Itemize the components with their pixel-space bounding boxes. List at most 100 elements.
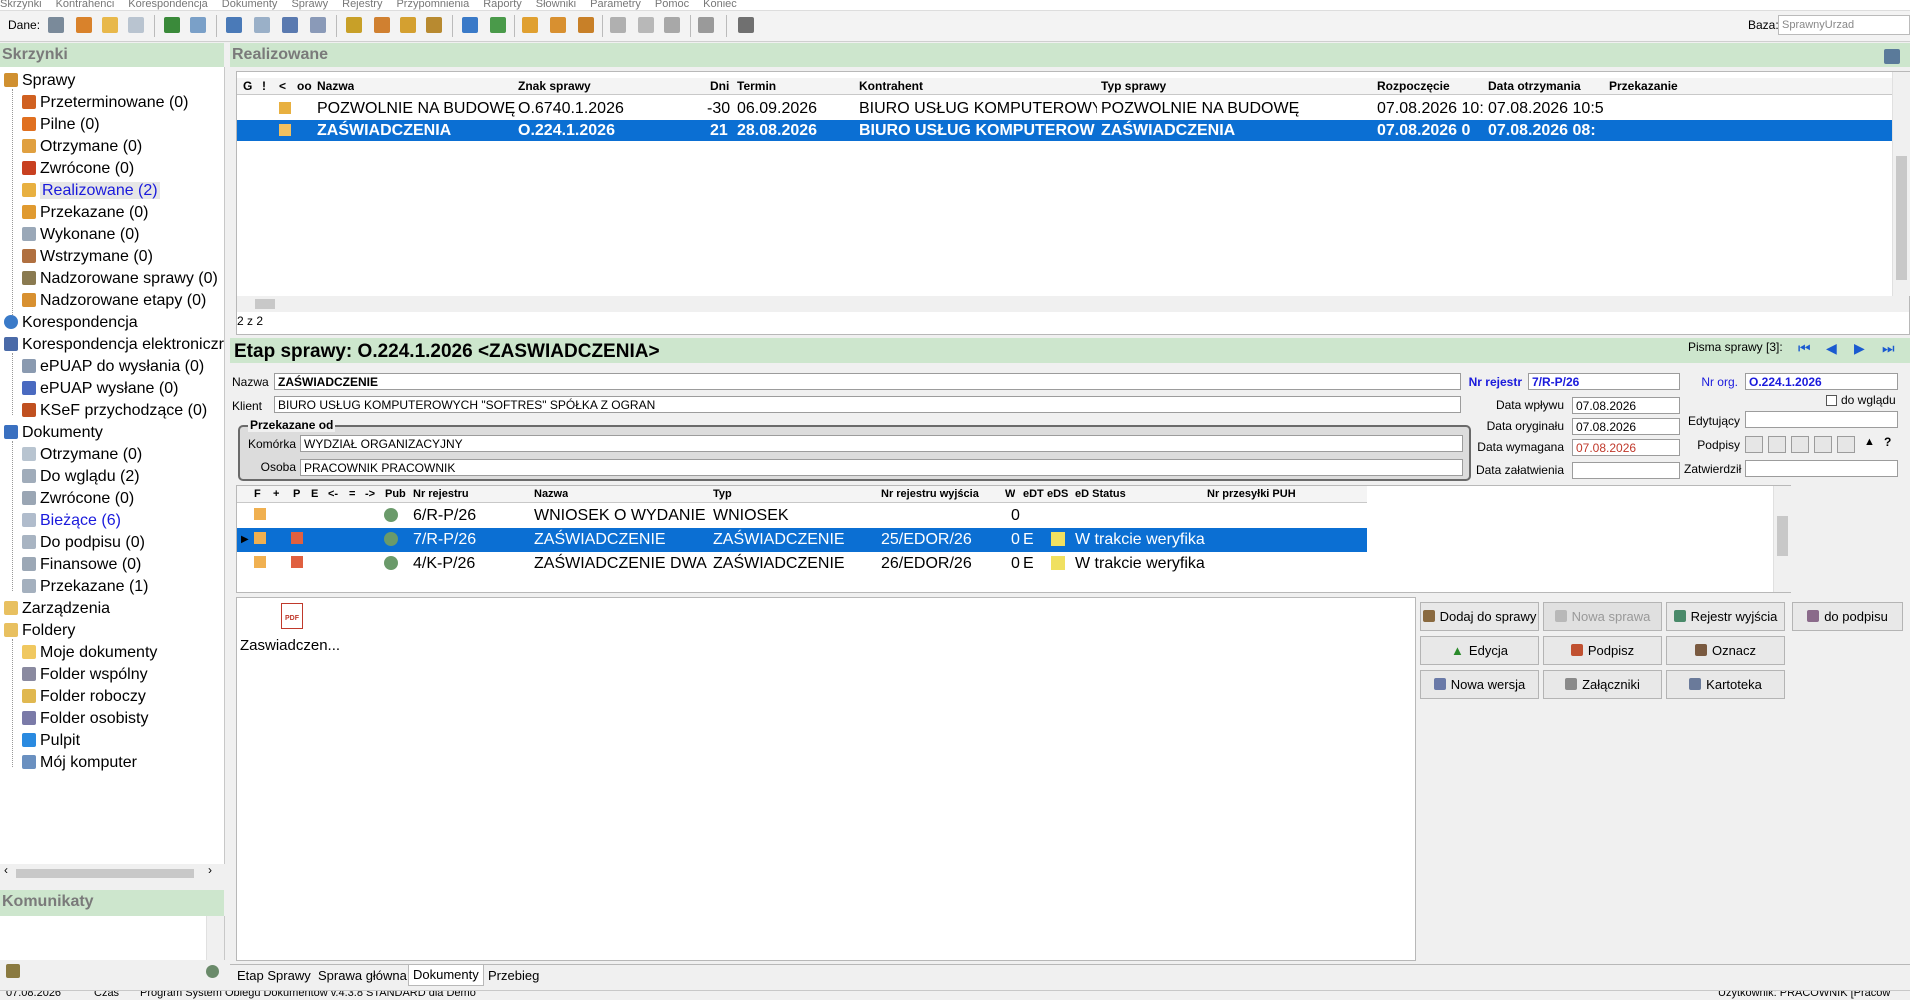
doc-stack-icon[interactable]	[310, 17, 326, 33]
data-oryginalu-field[interactable]: 07.08.2026	[1572, 418, 1680, 435]
nowa-sprawa-button[interactable]: Nowa sprawa	[1543, 602, 1662, 631]
menu-przypomnienia[interactable]: Przypomnienia	[396, 0, 469, 10]
case-chart-icon[interactable]	[426, 17, 442, 33]
menu-parametry[interactable]: Parametry	[590, 0, 641, 10]
next-icon[interactable]: ▶	[1854, 340, 1865, 357]
tree-nadzorowane-etapy[interactable]: Nadzorowane etapy (0)	[22, 290, 206, 312]
tree-dok-finansowe[interactable]: Finansowe (0)	[22, 554, 141, 576]
menu-skrzynki[interactable]: Skrzynki	[0, 0, 42, 10]
tab-dokumenty[interactable]: Dokumenty	[408, 965, 484, 986]
table-row[interactable]: 6/R-P/26 WNIOSEK O WYDANIE Z WNIOSEK 0	[237, 504, 1367, 528]
tree-folder-roboczy[interactable]: Folder roboczy	[22, 686, 146, 708]
podpis-slot-3[interactable]	[1791, 436, 1809, 453]
tab-sprawa-glowna[interactable]: Sprawa główna	[314, 966, 411, 986]
add-document-icon[interactable]	[164, 17, 180, 33]
scroll-left-icon[interactable]: ‹	[4, 863, 8, 877]
podpis-slot-2[interactable]	[1768, 436, 1786, 453]
tree-moje-dokumenty[interactable]: Moje dokumenty	[22, 642, 157, 664]
tree-epuap-wyslane[interactable]: ePUAP wysłane (0)	[22, 378, 178, 400]
tree-realizowane[interactable]: Realizowane (2)	[22, 180, 160, 202]
tree-folder-osobisty[interactable]: Folder osobisty	[22, 708, 149, 730]
first-icon[interactable]: ⏮	[1798, 340, 1811, 357]
baza-select[interactable]: SprawnyUrzad	[1778, 15, 1910, 35]
clock-icon[interactable]	[462, 17, 478, 33]
filter-icon[interactable]	[610, 17, 626, 33]
tree-dok-przekazane[interactable]: Przekazane (1)	[22, 576, 149, 598]
nazwa-field[interactable]: ZAŚWIADCZENIE	[274, 373, 1461, 390]
tree-dokumenty[interactable]: Dokumenty	[4, 422, 103, 444]
tree-korespondencja-elektroniczna[interactable]: Korespondencja elektroniczr	[4, 334, 224, 356]
tree-zarzadzenia[interactable]: Zarządzenia	[4, 598, 110, 620]
menu-kontrahenci[interactable]: Kontrahenci	[56, 0, 115, 10]
dokumenty-vscroll[interactable]	[1773, 486, 1791, 592]
menu-sprawy[interactable]: Sprawy	[291, 0, 328, 10]
nr-org-field[interactable]: O.224.1.2026	[1745, 373, 1898, 390]
podpis-slot-4[interactable]	[1814, 436, 1832, 453]
doc-list-icon[interactable]	[254, 17, 270, 33]
tree-wykonane[interactable]: Wykonane (0)	[22, 224, 139, 246]
do-podpisu-button[interactable]: do podpisu	[1792, 602, 1903, 631]
oznacz-button[interactable]: Oznacz	[1666, 636, 1785, 665]
table-row-selected[interactable]: ZAŚWIADCZENIA O.224.1.2026 21 28.08.2026…	[237, 120, 1892, 141]
tree-przekazane[interactable]: Przekazane (0)	[22, 202, 149, 224]
calendar-icon[interactable]	[490, 17, 506, 33]
copy-icon[interactable]	[190, 17, 206, 33]
tab-przebieg[interactable]: Przebieg	[484, 966, 543, 986]
tree-dok-otrzymane[interactable]: Otrzymane (0)	[22, 444, 142, 466]
tree-hscroll-thumb[interactable]	[16, 869, 194, 878]
tree-pulpit[interactable]: Pulpit	[22, 730, 80, 752]
realizowane-vscroll[interactable]	[1892, 72, 1910, 296]
users-icon[interactable]	[48, 17, 64, 33]
zatwierdzil-field[interactable]	[1745, 460, 1898, 477]
tree-epuap-do-wyslania[interactable]: ePUAP do wysłania (0)	[22, 356, 204, 378]
folder-open-icon[interactable]	[102, 17, 118, 33]
komorka-field[interactable]: WYDZIAŁ ORGANIZACYJNY	[300, 435, 1463, 452]
doc-sign-icon[interactable]	[282, 17, 298, 33]
attachment-label[interactable]: Zaswiadczen...	[240, 637, 340, 654]
tree-korespondencja[interactable]: Korespondencja	[4, 312, 138, 334]
tree-przeterminowane[interactable]: Przeterminowane (0)	[22, 92, 189, 114]
last-icon[interactable]: ⏭	[1882, 340, 1895, 357]
menu-koniec[interactable]: Koniec	[703, 0, 737, 10]
help-icon[interactable]: ?	[1884, 435, 1891, 449]
edytujacy-field[interactable]	[1745, 411, 1898, 428]
podpis-slot-5[interactable]	[1837, 436, 1855, 453]
podpisz-button[interactable]: Podpisz	[1543, 636, 1662, 665]
tree-wstrzymane[interactable]: Wstrzymane (0)	[22, 246, 153, 268]
menu-pomoc[interactable]: Pomoc	[655, 0, 689, 10]
realizowane-hscroll[interactable]	[237, 296, 1909, 312]
data-zalatwienia-field[interactable]	[1572, 462, 1680, 479]
tree-foldery[interactable]: Foldery	[4, 620, 75, 642]
tree-ksef-przychodzace[interactable]: KSeF przychodzące (0)	[22, 400, 207, 422]
tree-dok-biezace[interactable]: Bieżące (6)	[22, 510, 121, 532]
scroll-right-icon[interactable]: ›	[208, 863, 212, 877]
tree-otrzymane[interactable]: Otrzymane (0)	[22, 136, 142, 158]
data-wymagana-field[interactable]: 07.08.2026	[1572, 439, 1680, 456]
menu-korespondencja[interactable]: Korespondencja	[128, 0, 208, 10]
tree-pilne[interactable]: Pilne (0)	[22, 114, 100, 136]
tree-hscroll[interactable]: ‹ ›	[0, 863, 224, 881]
box-icon[interactable]	[522, 17, 538, 33]
document-icon[interactable]	[128, 17, 144, 33]
import-icon[interactable]	[226, 17, 242, 33]
prev-icon[interactable]: ◀	[1826, 340, 1837, 357]
case-forward-icon[interactable]	[400, 17, 416, 33]
table-row-selected[interactable]: ▶ 7/R-P/26 ZAŚWIADCZENIE ZAŚWIADCZENIE 2…	[237, 528, 1367, 552]
klient-field[interactable]: BIURO USŁUG KOMPUTEROWYCH "SOFTRES" SPÓŁ…	[274, 396, 1461, 413]
dokumenty-vscroll-thumb[interactable]	[1777, 516, 1788, 556]
checklist-icon[interactable]	[698, 17, 714, 33]
people-icon[interactable]	[76, 17, 92, 33]
nowa-wersja-button[interactable]: Nowa wersja	[1420, 670, 1539, 699]
table-row[interactable]: 4/K-P/26 ZAŚWIADCZENIE DWA ZAŚWIADCZENIE…	[237, 552, 1367, 576]
menu-raporty[interactable]: Raporty	[483, 0, 522, 10]
osoba-field[interactable]: PRACOWNIK PRACOWNIK	[300, 459, 1463, 476]
tree-zwrocone[interactable]: Zwrócone (0)	[22, 158, 134, 180]
data-wplywu-field[interactable]: 07.08.2026	[1572, 397, 1680, 414]
edycja-button[interactable]: ▲ Edycja	[1420, 636, 1539, 665]
export-icon[interactable]	[1884, 49, 1900, 64]
tree-dok-do-podpisu[interactable]: Do podpisu (0)	[22, 532, 145, 554]
case-add-icon[interactable]	[346, 17, 362, 33]
tree-dok-zwrocone[interactable]: Zwrócone (0)	[22, 488, 134, 510]
podpis-slot-1[interactable]	[1745, 436, 1763, 453]
menu-dokumenty[interactable]: Dokumenty	[222, 0, 278, 10]
